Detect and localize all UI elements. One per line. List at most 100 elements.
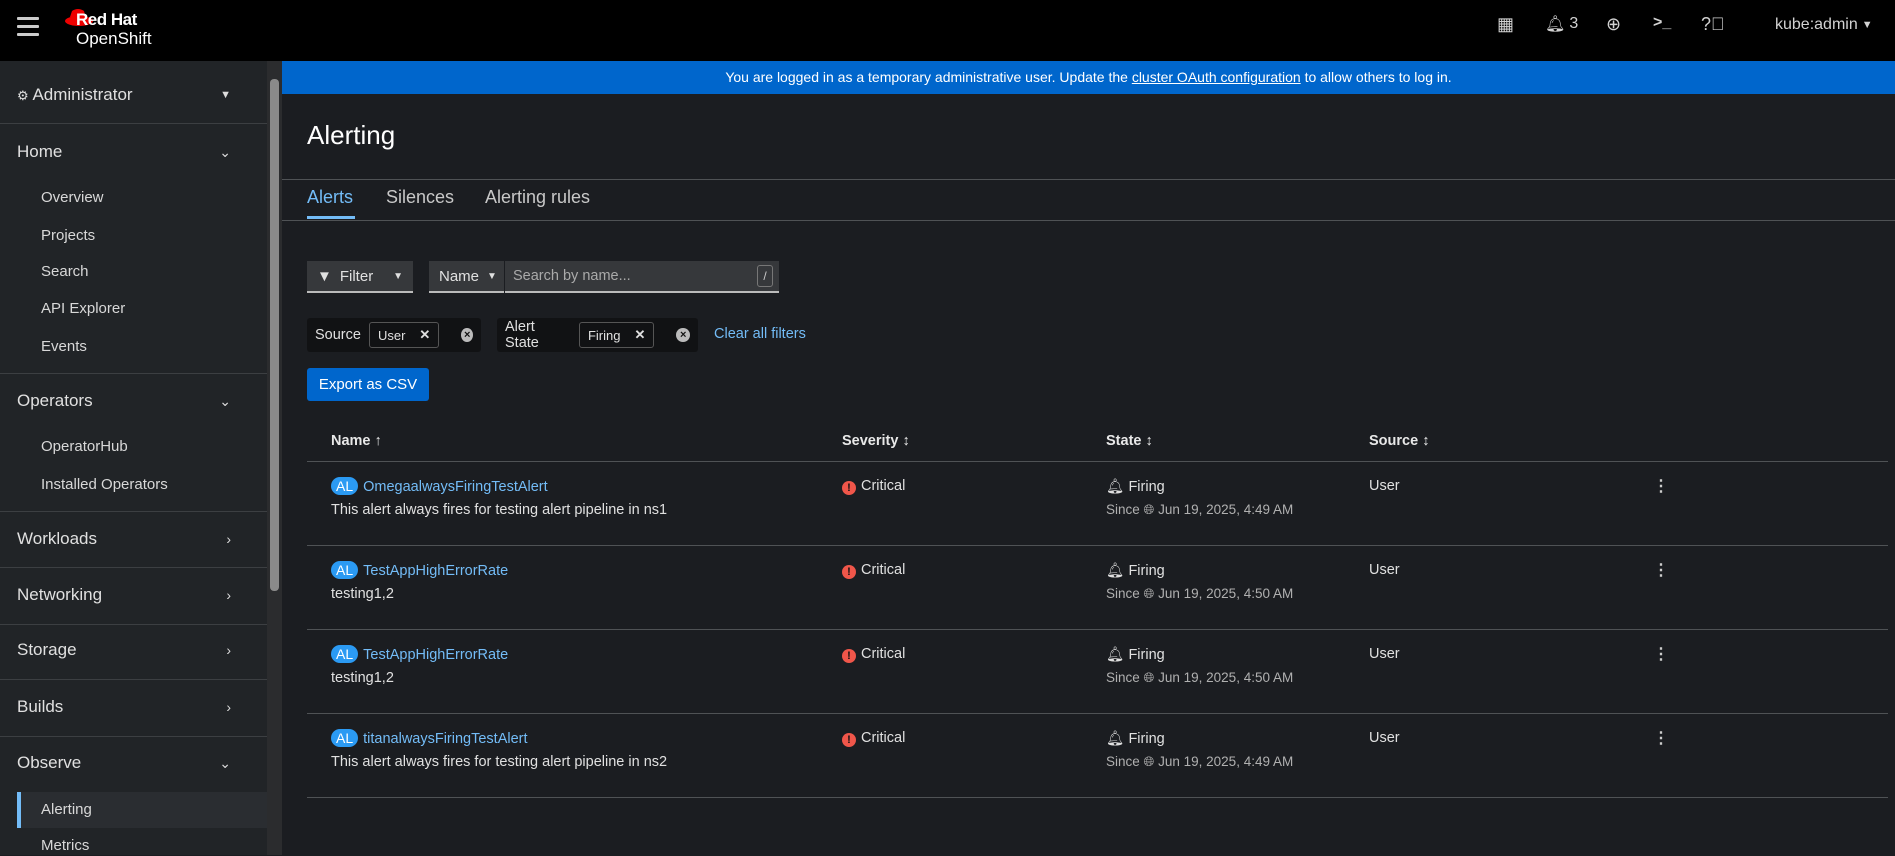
column-header-state[interactable]: State ↕: [1106, 433, 1153, 449]
alert-name-link[interactable]: titanalwaysFiringTestAlert: [363, 731, 527, 747]
nav-item-events[interactable]: Events: [41, 337, 87, 357]
severity: ! Critical: [842, 478, 905, 495]
source: User: [1369, 562, 1400, 578]
tab-silences[interactable]: Silences: [386, 187, 454, 208]
notifications-button[interactable]: 🔔︎ 3: [1545, 14, 1578, 34]
severity: ! Critical: [842, 562, 905, 579]
state: 🔔︎ Firing: [1106, 731, 1165, 747]
chevron-right-icon: ›: [226, 587, 231, 603]
nav-section-workloads[interactable]: Workloads ›: [17, 527, 267, 551]
source: User: [1369, 730, 1400, 746]
table-row: AL titanalwaysFiringTestAlert This alert …: [307, 714, 1888, 798]
export-csv-button[interactable]: Export as CSV: [307, 368, 429, 401]
alert-description: testing1,2: [331, 670, 394, 686]
nav-item-api-explorer[interactable]: API Explorer: [41, 299, 125, 319]
source: User: [1369, 646, 1400, 662]
nav-item-metrics[interactable]: Metrics: [41, 836, 89, 856]
search-input[interactable]: Search by name... /: [505, 261, 779, 293]
globe-icon: 🌐︎: [1143, 670, 1155, 685]
state-since: Since 🌐︎ Jun 19, 2025, 4:50 AM: [1106, 670, 1294, 685]
kebab-menu-icon[interactable]: ⋮: [1653, 560, 1669, 580]
temporary-user-banner: You are logged in as a temporary adminis…: [282, 61, 1895, 94]
globe-icon: 🌐︎: [1143, 502, 1155, 517]
nav-section-operators[interactable]: Operators ⌄: [17, 389, 267, 413]
severity: ! Critical: [842, 730, 905, 747]
state-since: Since 🌐︎ Jun 19, 2025, 4:49 AM: [1106, 754, 1294, 769]
app-launcher-icon[interactable]: ▦: [1497, 14, 1514, 35]
state-since: Since 🌐︎ Jun 19, 2025, 4:50 AM: [1106, 586, 1294, 601]
hamburger-menu-icon[interactable]: [17, 17, 39, 37]
nav-section-home[interactable]: Home ⌄: [17, 140, 267, 164]
table-row: AL TestAppHighErrorRate testing1,2 ! Criti…: [307, 630, 1888, 714]
table-row: AL OmegaalwaysFiringTestAlert This alert …: [307, 462, 1888, 546]
nav-section-builds[interactable]: Builds ›: [17, 695, 267, 719]
critical-icon: !: [842, 649, 856, 663]
nav-section-storage[interactable]: Storage ›: [17, 638, 267, 662]
alert-badge: AL: [331, 561, 359, 579]
clear-all-filters-link[interactable]: Clear all filters: [714, 326, 806, 342]
column-header-name[interactable]: Name ↑: [331, 433, 382, 449]
nav-item-alerting[interactable]: Alerting: [41, 800, 92, 820]
add-icon[interactable]: ⊕: [1606, 14, 1621, 35]
kebab-menu-icon[interactable]: ⋮: [1653, 644, 1669, 664]
perspective-switcher[interactable]: ⚙ Administrator ▼: [17, 83, 267, 107]
filter-icon: ▼: [317, 267, 332, 285]
gears-icon: ⚙: [17, 88, 29, 103]
nav-item-projects[interactable]: Projects: [41, 226, 95, 246]
filter-dropdown[interactable]: ▼ Filter ▼: [307, 261, 413, 293]
masthead: Red Hat OpenShift ▦ 🔔︎ 3 ⊕ >_ ?⃝ kube:admi…: [0, 0, 1895, 61]
brand-logo[interactable]: Red Hat OpenShift: [76, 10, 152, 48]
globe-icon: 🌐︎: [1143, 586, 1155, 601]
remove-group-icon[interactable]: ×: [676, 328, 690, 342]
alert-name-link[interactable]: TestAppHighErrorRate: [363, 563, 508, 579]
alert-badge: AL: [331, 477, 359, 495]
state: 🔔︎ Firing: [1106, 647, 1165, 663]
filter-chip[interactable]: Firing ✕: [578, 322, 655, 348]
tab-alerting-rules[interactable]: Alerting rules: [485, 187, 590, 208]
globe-icon: 🌐︎: [1143, 754, 1155, 769]
close-icon: ✕: [634, 327, 646, 342]
nav-item-installed-operators[interactable]: Installed Operators: [41, 475, 168, 495]
alert-badge: AL: [331, 729, 359, 747]
chevron-down-icon: ⌄: [219, 393, 231, 409]
chevron-right-icon: ›: [226, 531, 231, 547]
notification-count: 3: [1569, 15, 1579, 32]
nav-item-operatorhub[interactable]: OperatorHub: [41, 437, 128, 457]
column-header-severity[interactable]: Severity ↕: [842, 433, 910, 449]
chip-group-alert-state: Alert State Firing ✕ ×: [497, 318, 698, 352]
alert-name-link[interactable]: OmegaalwaysFiringTestAlert: [363, 479, 548, 495]
tab-alerts[interactable]: Alerts: [307, 187, 353, 208]
alert-description: This alert always fires for testing aler…: [331, 754, 668, 770]
filter-chip[interactable]: User ✕: [368, 322, 440, 348]
remove-group-icon[interactable]: ×: [461, 328, 473, 342]
close-icon: ✕: [419, 327, 431, 342]
user-menu[interactable]: kube:admin ▼: [1775, 16, 1873, 34]
bell-icon: 🔔︎: [1106, 479, 1125, 495]
alert-description: testing1,2: [331, 586, 394, 602]
bell-icon: 🔔︎: [1106, 563, 1125, 579]
column-header-source[interactable]: Source ↕: [1369, 433, 1429, 449]
kebab-menu-icon[interactable]: ⋮: [1653, 728, 1669, 748]
nav-section-observe[interactable]: Observe ⌄: [17, 751, 267, 775]
help-icon[interactable]: ?⃝: [1701, 14, 1725, 35]
alert-name-link[interactable]: TestAppHighErrorRate: [363, 647, 508, 663]
nav-section-networking[interactable]: Networking ›: [17, 583, 267, 607]
source: User: [1369, 478, 1400, 494]
chevron-right-icon: ›: [226, 699, 231, 715]
chip-group-source: Source User ✕ ×: [307, 318, 481, 352]
bell-icon: 🔔︎: [1545, 16, 1566, 33]
nav-item-search[interactable]: Search: [41, 262, 89, 282]
state: 🔔︎ Firing: [1106, 479, 1165, 495]
chevron-down-icon: ⌄: [219, 755, 231, 771]
severity: ! Critical: [842, 646, 905, 663]
alert-description: This alert always fires for testing aler…: [331, 502, 668, 518]
cluster-oauth-link[interactable]: cluster OAuth configuration: [1132, 69, 1301, 85]
bell-icon: 🔔︎: [1106, 731, 1125, 747]
sidebar-scrollbar[interactable]: [267, 61, 282, 855]
terminal-icon[interactable]: >_: [1653, 14, 1671, 32]
name-select[interactable]: Name ▼: [429, 261, 504, 293]
kebab-menu-icon[interactable]: ⋮: [1653, 476, 1669, 496]
nav-item-overview[interactable]: Overview: [41, 188, 104, 208]
state-since: Since 🌐︎ Jun 19, 2025, 4:49 AM: [1106, 502, 1294, 517]
critical-icon: !: [842, 565, 856, 579]
